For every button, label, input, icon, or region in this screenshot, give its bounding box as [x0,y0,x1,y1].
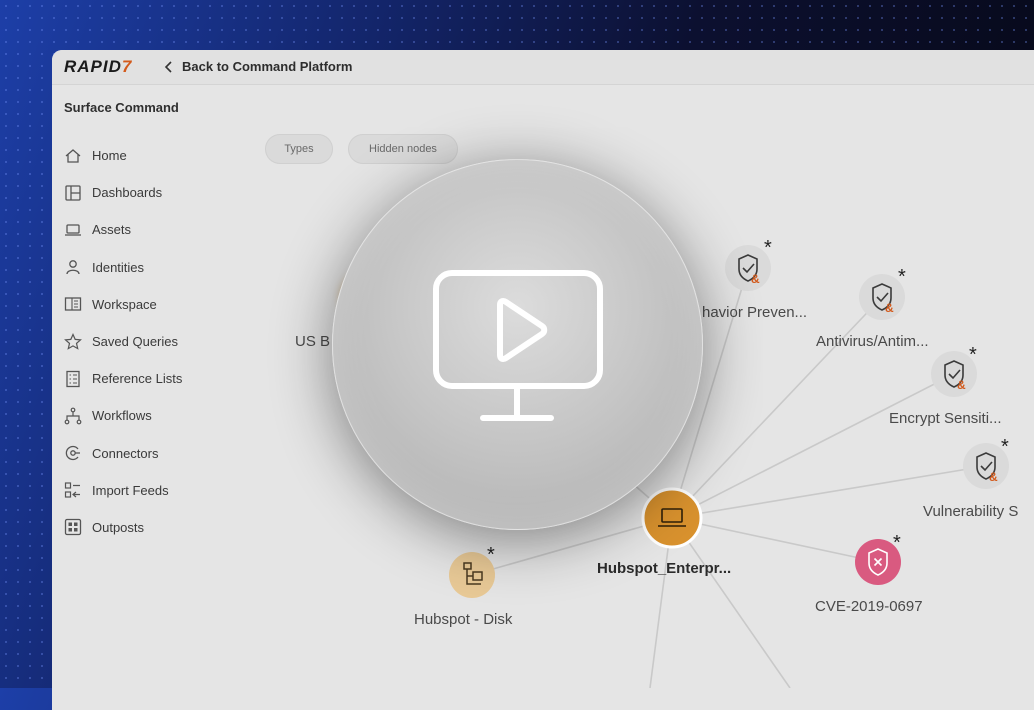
node-label: Hubspot - Disk [414,611,513,628]
node-star: * [764,237,772,259]
node-label: Encrypt Sensiti... [889,410,1002,427]
node-star: * [1001,436,1009,458]
node-label: havior Preven... [702,304,807,321]
center-node-label: Hubspot_Enterpr... [597,560,731,577]
node-label: Antivirus/Antim... [816,333,929,350]
node-star: * [898,266,906,288]
node-star: * [969,344,977,366]
monitor-play-icon [433,270,603,421]
video-play-button[interactable] [332,159,703,530]
node-vulnerability-scan[interactable]: & * Vulnerability S [923,436,1018,520]
node-star: * [893,532,901,554]
node-antivirus[interactable]: & * Antivirus/Antim... [816,266,929,350]
node-hubspot-disk[interactable]: * Hubspot - Disk [414,544,513,628]
node-label: CVE-2019-0697 [815,598,923,615]
node-star: * [487,544,495,566]
node-behavior-prevention[interactable]: & * havior Preven... [702,237,807,321]
node-label-us: US B [295,333,330,350]
node-label: Vulnerability S [923,503,1018,520]
node-cve[interactable]: * CVE-2019-0697 [815,532,923,615]
svg-text:&: & [989,470,998,484]
svg-text:&: & [885,301,894,315]
svg-text:&: & [957,378,966,392]
svg-text:&: & [751,272,760,286]
node-encrypt-sensitive[interactable]: & * Encrypt Sensiti... [889,344,1002,427]
